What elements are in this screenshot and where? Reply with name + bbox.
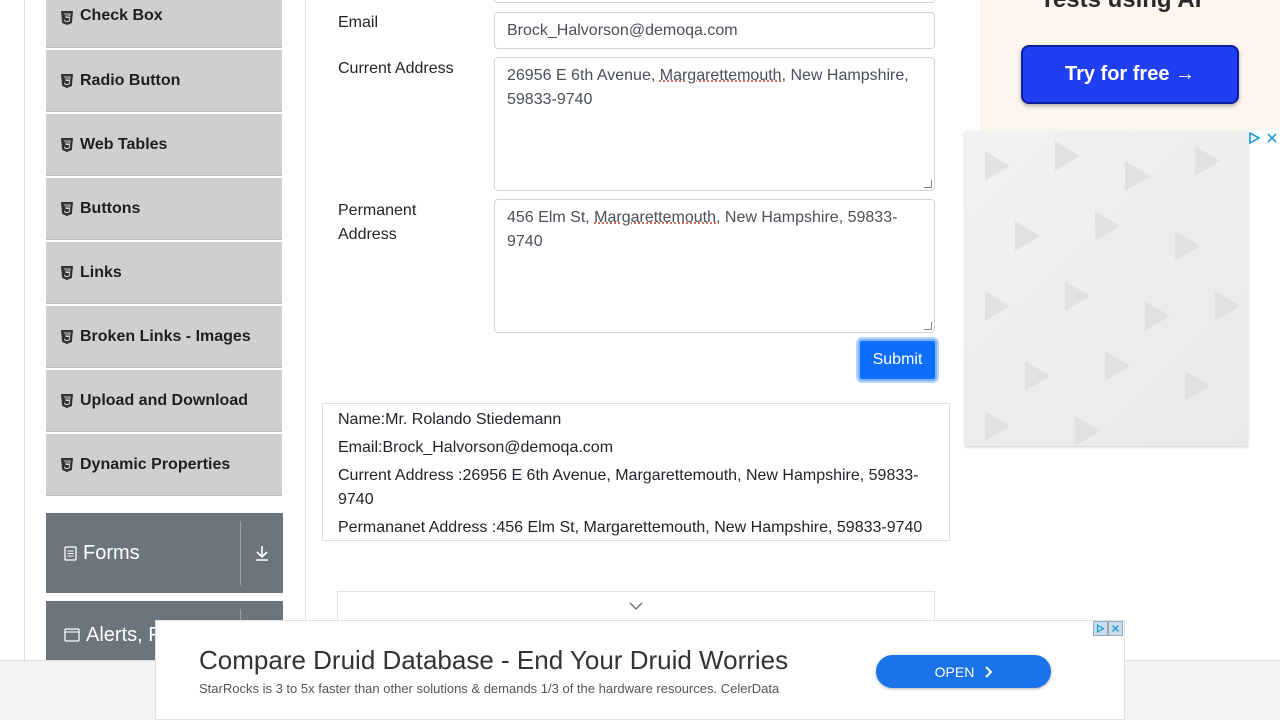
label-line: Address: [338, 226, 397, 243]
sidebar-item-label: Check Box: [80, 7, 163, 24]
document-icon: [64, 545, 77, 561]
sidebar-group-forms[interactable]: Forms: [46, 513, 283, 593]
output-permanent-address: Permananet Address :456 Elm St, Margaret…: [338, 519, 923, 536]
previous-input-edge: [494, 0, 935, 3]
output-panel: Name:Mr. Rolando Stiedemann Email:Brock_…: [322, 403, 950, 541]
textarea-text: Margarettemouth: [594, 209, 716, 226]
ad-title: Compare Druid Database - End Your Druid …: [199, 645, 789, 675]
permanent-address-label: Permanent Address: [338, 199, 416, 247]
ad-image[interactable]: [965, 131, 1248, 446]
sidebar-item-buttons[interactable]: Buttons: [46, 178, 282, 240]
sidebar-menu: Check Box Radio Button Web Tables Button…: [46, 0, 282, 498]
html5-icon: [61, 201, 73, 216]
sidebar-item-label: Broken Links - Images: [80, 327, 251, 345]
submit-button[interactable]: Submit: [858, 339, 937, 381]
expand-icon[interactable]: [241, 544, 283, 562]
open-button-label: OPEN: [934, 663, 975, 680]
sidebar-item-label: Radio Button: [80, 71, 181, 89]
label-line: Permanent: [338, 202, 417, 219]
html5-icon: [61, 73, 73, 88]
adchoices-icon[interactable]: [1248, 132, 1260, 144]
bottom-ad-banner[interactable]: Compare Druid Database - End Your Druid …: [155, 620, 1125, 720]
output-email: Email:Brock_Halvorson@demoqa.com: [338, 439, 614, 456]
sidebar-item-upload-download[interactable]: Upload and Download: [46, 370, 282, 432]
bottom-ad-controls: [1093, 621, 1123, 636]
group-label: Forms: [83, 541, 140, 564]
sidebar-item-label: Links: [80, 263, 122, 281]
ad-heading: Tests using AI: [1040, 0, 1201, 14]
email-label: Email: [338, 14, 379, 31]
sidebar-item-label: Web Tables: [80, 135, 168, 153]
email-field[interactable]: Brock_Halvorson@demoqa.com: [494, 12, 935, 49]
sidebar-item-web-tables[interactable]: Web Tables: [46, 114, 282, 176]
ad-pattern: [985, 141, 1240, 446]
resize-handle[interactable]: [924, 180, 932, 188]
html5-icon: [61, 329, 73, 344]
html5-icon: [61, 265, 73, 280]
sidebar-item-check-box[interactable]: Check Box: [46, 0, 282, 48]
html5-icon: [61, 11, 73, 25]
adchoices-icon[interactable]: [1093, 621, 1108, 636]
download-arrow-icon: [256, 546, 268, 561]
permanent-address-textarea[interactable]: 456 Elm St, Margarettemouth, New Hampshi…: [494, 199, 935, 333]
resize-handle[interactable]: [924, 322, 932, 330]
window-icon: [64, 628, 80, 642]
page: Check Box Radio Button Web Tables Button…: [0, 0, 1280, 720]
html5-icon: [61, 457, 73, 472]
html5-icon: [61, 137, 73, 152]
sidebar-item-broken-links[interactable]: Broken Links - Images: [46, 306, 282, 368]
left-rail-line: [24, 0, 25, 720]
sidebar-divider: [305, 0, 306, 720]
ad-description: StarRocks is 3 to 5x faster than other s…: [199, 681, 780, 696]
ad-banner-right[interactable]: Tests using AI Try for free →: [980, 0, 1280, 130]
current-address-label: Current Address: [338, 60, 454, 77]
ad-controls: [1248, 132, 1278, 144]
chevron-down-icon: [629, 602, 643, 610]
textarea-text: 456 Elm St,: [507, 209, 595, 226]
close-icon[interactable]: [1108, 621, 1123, 636]
sidebar-item-label: Upload and Download: [80, 391, 248, 409]
chevron-right-icon: [985, 665, 993, 678]
textarea-text: 26956 E 6th Avenue,: [507, 67, 660, 84]
sidebar-item-links[interactable]: Links: [46, 242, 282, 304]
sidebar-item-dynamic-properties[interactable]: Dynamic Properties: [46, 434, 282, 496]
group-label: Alerts, F: [86, 623, 161, 646]
output-current-address: Current Address :26956 E 6th Avenue, Mar…: [338, 467, 919, 508]
current-address-textarea[interactable]: 26956 E 6th Avenue, Margarettemouth, New…: [494, 57, 935, 191]
sidebar-item-radio-button[interactable]: Radio Button: [46, 50, 282, 112]
sidebar-item-label: Buttons: [80, 199, 141, 217]
html5-icon: [61, 393, 73, 408]
close-icon[interactable]: [1266, 132, 1278, 144]
open-button[interactable]: OPEN: [876, 655, 1051, 688]
try-for-free-button[interactable]: Try for free →: [1021, 45, 1239, 104]
sidebar-item-label: Dynamic Properties: [80, 455, 231, 473]
output-name: Name:Mr. Rolando Stiedemann: [338, 411, 562, 428]
textarea-text: Margarettemouth: [659, 67, 782, 84]
